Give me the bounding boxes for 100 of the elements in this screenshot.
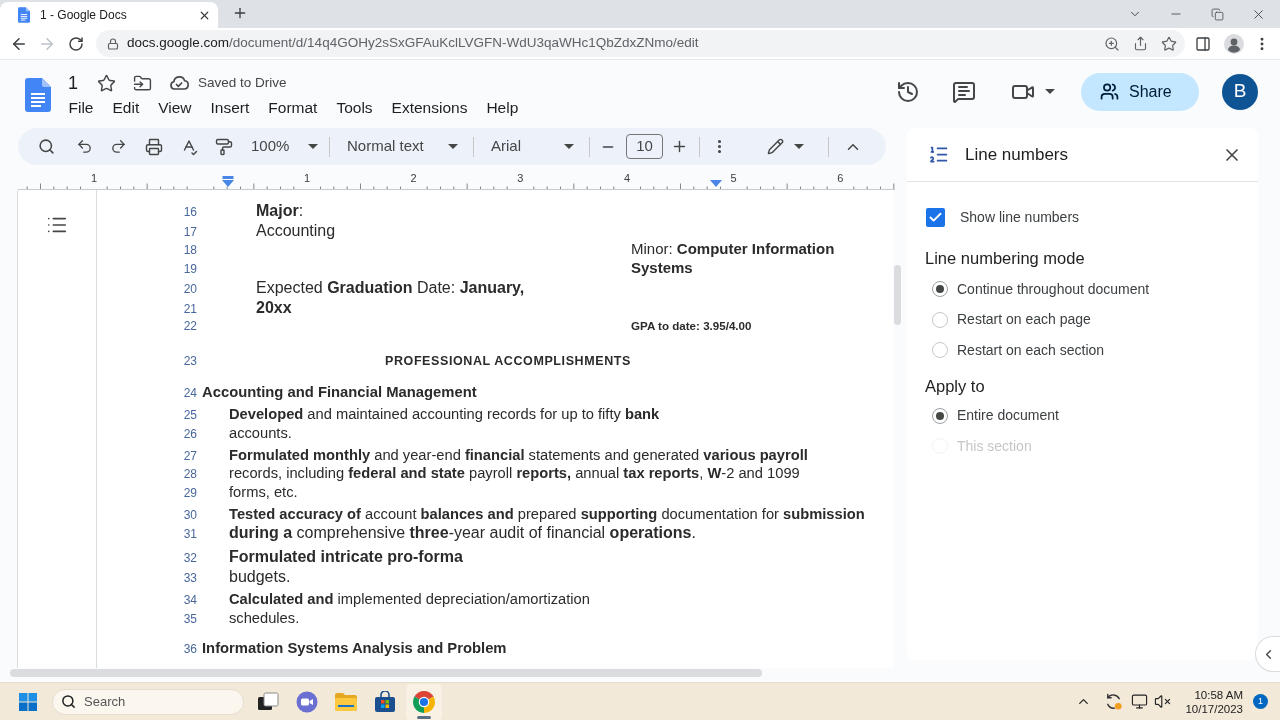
save-status: Saved to Drive — [198, 73, 287, 92]
line-number: 34 — [182, 592, 197, 609]
document-line: Tested accuracy of account balances and prepared supporting documentation for submission — [229, 504, 865, 523]
vertical-scrollbar-thumb[interactable] — [894, 265, 901, 325]
document-line: Expected Graduation Date: January, — [256, 278, 525, 298]
menu-item[interactable]: Format — [258, 96, 327, 118]
increase-font-size-icon[interactable] — [671, 138, 688, 155]
folder-icon — [334, 691, 358, 712]
radio-label: Restart on each page — [957, 310, 1091, 330]
menu-item[interactable]: File — [59, 96, 103, 118]
version-history-icon[interactable] — [896, 79, 920, 104]
account-avatar[interactable]: B — [1222, 73, 1258, 110]
line-number: 30 — [182, 506, 197, 524]
document-line: Accounting — [256, 220, 336, 240]
caret-icon — [308, 144, 318, 149]
ruler-number: 1 — [303, 172, 311, 185]
numbered-list-icon — [928, 144, 949, 165]
caret-icon — [564, 144, 574, 149]
bookmark-star-icon[interactable] — [1161, 35, 1177, 52]
document-line: Major: — [256, 201, 304, 221]
zoom-dropdown[interactable]: 100% — [243, 132, 320, 161]
document-line: Developed and maintained accounting records for up to fifty bank — [229, 405, 660, 424]
document-line: Calculated and implemented depreciation/amortization — [229, 590, 590, 609]
checkbox-label: Show line numbers — [960, 208, 1080, 227]
document-line: Accounting and Financial Management — [202, 382, 477, 402]
people-icon — [1100, 82, 1119, 101]
menu-item[interactable]: Insert — [201, 96, 259, 118]
restore-icon[interactable] — [1211, 7, 1224, 21]
document-line: Formulated intricate pro-forma — [229, 546, 463, 567]
line-number: 29 — [182, 484, 197, 502]
line-number: 36 — [182, 640, 197, 658]
video-chat-icon — [296, 690, 318, 713]
horizontal-scrollbar-thumb[interactable] — [10, 669, 762, 677]
line-number: 21 — [182, 300, 197, 318]
menu-item[interactable]: Edit — [103, 96, 149, 118]
radio-label: Continue throughout document — [957, 279, 1150, 299]
share-page-icon[interactable] — [1133, 36, 1148, 51]
line-number: 19 — [182, 260, 197, 278]
line-number: 35 — [182, 610, 197, 628]
star-icon[interactable] — [97, 73, 116, 93]
sync-icon[interactable] — [1104, 692, 1124, 711]
line-number: 31 — [182, 526, 197, 543]
paint-format-icon[interactable] — [215, 137, 233, 156]
document-line: PROFESSIONAL ACCOMPLISHMENTS — [385, 353, 631, 370]
line-number: 33 — [182, 569, 197, 587]
print-icon[interactable] — [145, 137, 163, 156]
docs-logo-icon[interactable] — [25, 78, 51, 112]
undo-icon[interactable] — [76, 138, 93, 155]
line-number: 24 — [182, 384, 197, 402]
task-view-icon — [257, 691, 279, 712]
radio-label: This section — [957, 436, 1032, 456]
clock-time: 10:58 AM — [1194, 687, 1243, 702]
address-bar[interactable]: docs.google.com/document/d/14q4GOHy2sSxGFAuKclLVGFN-WdU3qaWHc1QbZdxZNmo/edit — [96, 30, 1185, 57]
comment-icon[interactable] — [952, 79, 976, 104]
redo-icon[interactable] — [110, 138, 127, 155]
checkbox[interactable] — [926, 208, 945, 227]
profile-icon[interactable] — [1224, 33, 1244, 54]
menu-item[interactable]: Extensions — [382, 96, 477, 118]
browser-icon — [413, 690, 435, 713]
side-panel-icon[interactable] — [1195, 35, 1211, 52]
font-size-field[interactable]: 10 — [626, 134, 663, 159]
document-title[interactable]: 1 — [67, 69, 79, 97]
caret-icon[interactable] — [1045, 89, 1055, 94]
menu-item[interactable]: View — [148, 96, 202, 118]
windows-start-icon[interactable] — [19, 692, 37, 711]
document-favicon-icon[interactable] — [18, 7, 30, 23]
line-number: 27 — [182, 447, 197, 465]
document-line: records, including federal and state payroll reports, annual tax reports, W-2 and 1099 — [229, 464, 800, 483]
menu-item[interactable]: Help — [476, 96, 528, 118]
zoom-icon[interactable] — [1104, 35, 1120, 52]
menu-item[interactable]: Tools — [326, 96, 383, 118]
network-icon[interactable] — [1131, 693, 1149, 710]
search-icon[interactable] — [38, 138, 55, 155]
shopping-bag-icon — [374, 690, 396, 713]
paragraph-style-dropdown[interactable]: Normal text — [339, 132, 463, 161]
search-icon — [61, 694, 76, 709]
radio-label: Entire document — [957, 406, 1059, 426]
share-button[interactable]: Share — [1081, 72, 1199, 111]
lock-icon — [107, 37, 119, 50]
document-line: Formulated monthly and year-end financial statements and generated various payroll — [229, 445, 808, 464]
line-number: 17 — [182, 223, 197, 241]
reload-icon[interactable] — [68, 35, 84, 52]
line-number: 18 — [182, 242, 197, 259]
panel-title: Line numbers — [965, 143, 1068, 166]
document-line: Minor: Computer Information — [631, 240, 835, 259]
volume-muted-icon[interactable] — [1154, 693, 1172, 710]
right-indent-marker-icon[interactable] — [710, 180, 722, 187]
move-folder-icon[interactable] — [133, 73, 152, 93]
notification-badge[interactable]: 1 — [1253, 694, 1268, 709]
left-indent-marker-icon[interactable] — [222, 176, 234, 187]
taskbar-search-field[interactable]: Search — [52, 688, 244, 715]
new-tab-icon[interactable] — [232, 5, 248, 21]
section-heading: Line numbering mode — [925, 248, 1085, 269]
font-dropdown[interactable]: Arial — [483, 132, 579, 161]
line-number: 28 — [182, 466, 197, 483]
browser-tab[interactable]: 1 - Google Docs — [0, 2, 218, 28]
ruler-number: 3 — [517, 172, 524, 185]
line-number: 32 — [182, 549, 197, 567]
caret-icon — [448, 144, 458, 149]
document-line: during a comprehensive three-year audit of financial operations. — [229, 523, 696, 543]
